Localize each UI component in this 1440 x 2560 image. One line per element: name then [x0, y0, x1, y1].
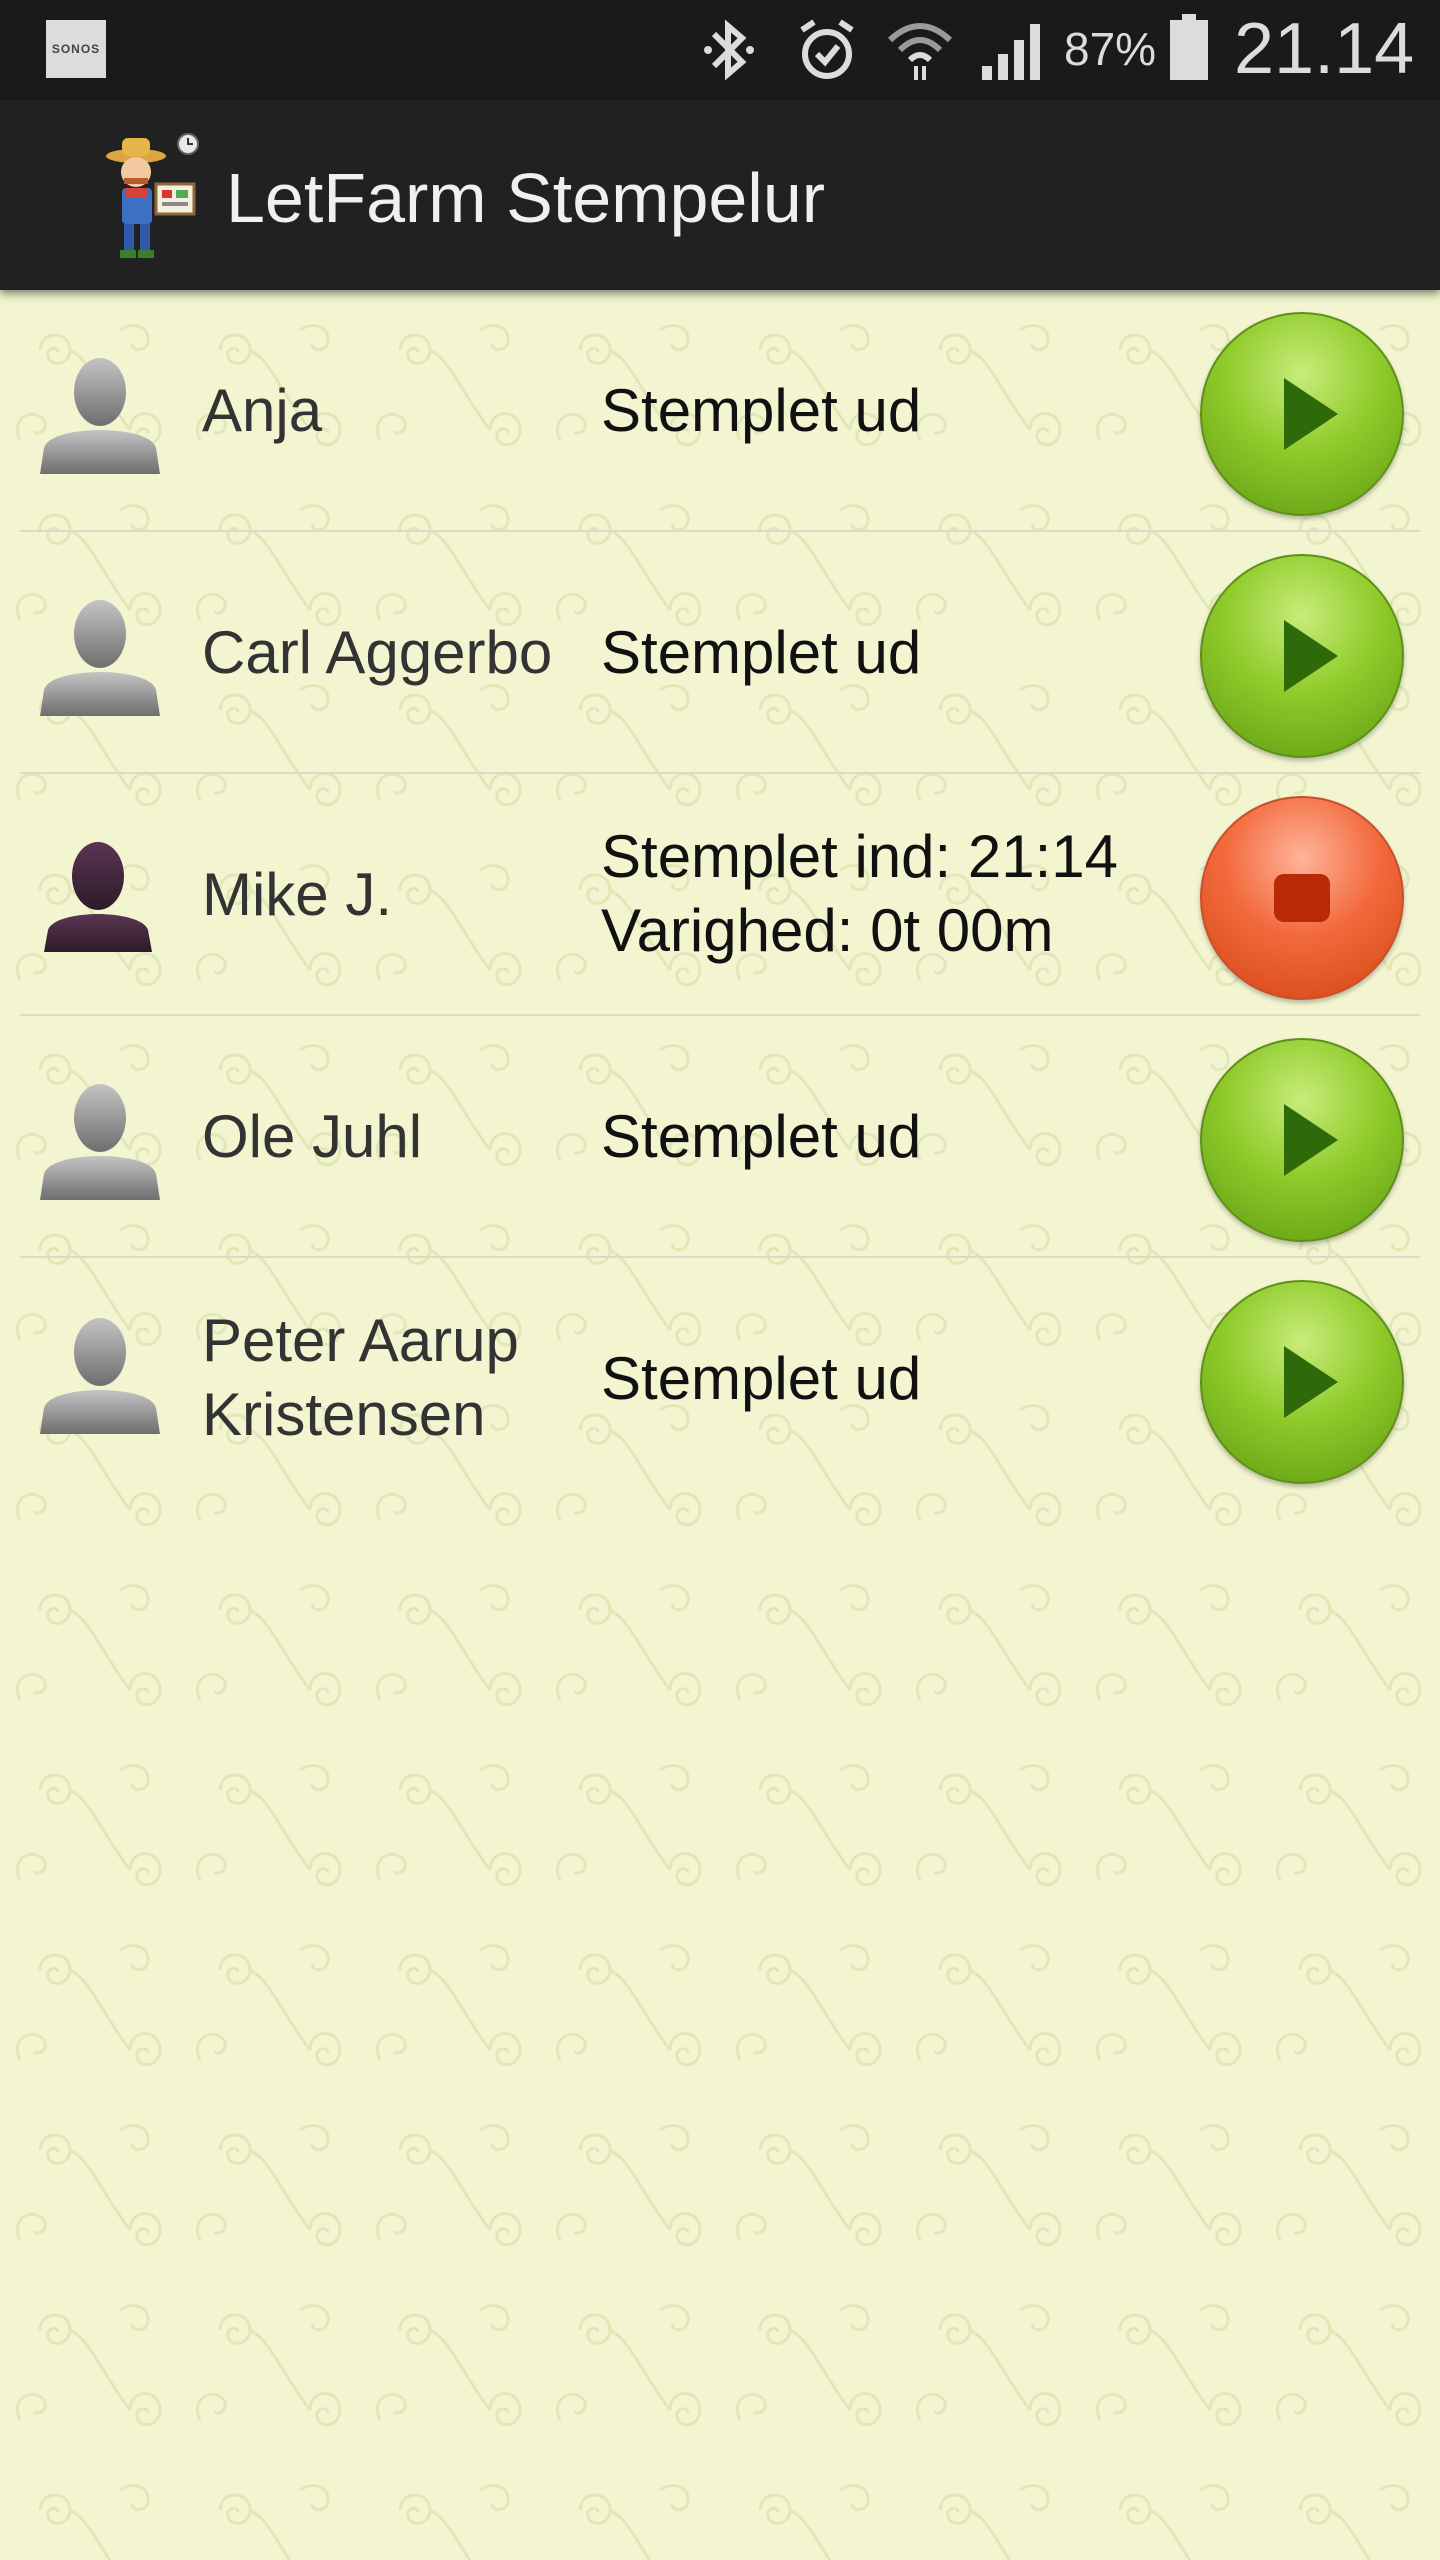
- clock-in-button[interactable]: [1200, 1280, 1404, 1484]
- employee-name: Ole Juhl: [202, 1103, 423, 1170]
- employee-status: Stemplet ind: 21:14: [601, 823, 1119, 890]
- person-avatar-icon: [40, 358, 160, 474]
- battery-percent: 87%: [1064, 23, 1157, 75]
- bluetooth-icon: [704, 19, 754, 81]
- farmer-logo-icon: [106, 133, 199, 258]
- list-item: Mike J. Stemplet ind: 21:14 Varighed: 0t…: [0, 774, 1440, 1016]
- status-bar: SONOS 87% 21.14: [0, 0, 1440, 100]
- person-avatar-icon: [40, 1084, 160, 1200]
- battery-icon: [1170, 14, 1208, 80]
- employee-status: Stemplet ud: [601, 377, 922, 444]
- clock: 21.14: [1234, 9, 1415, 89]
- action-bar: LetFarm Stempelur: [0, 100, 1440, 290]
- clock-in-button[interactable]: [1200, 312, 1404, 516]
- play-icon: [1284, 378, 1338, 450]
- stop-icon: [1274, 874, 1330, 922]
- employee-status: Stemplet ud: [601, 619, 922, 686]
- signal-icon: [982, 24, 1040, 80]
- employee-status: Stemplet ud: [601, 1103, 922, 1170]
- person-avatar-icon: [40, 600, 160, 716]
- clock-out-button[interactable]: [1200, 796, 1404, 1000]
- play-icon: [1284, 620, 1338, 692]
- employee-list: Anja Stemplet ud Carl Aggerbo Stemplet u…: [0, 290, 1440, 2560]
- alarm-icon: [800, 19, 854, 79]
- employee-duration: Varighed: 0t 00m: [601, 897, 1054, 964]
- person-avatar-icon: [44, 842, 152, 952]
- list-item: Anja Stemplet ud: [0, 290, 1440, 532]
- play-icon: [1284, 1346, 1338, 1418]
- employee-name: Carl Aggerbo: [202, 619, 553, 686]
- app-title: LetFarm Stempelur: [226, 159, 826, 237]
- sonos-notification-icon: SONOS: [46, 20, 106, 78]
- employee-status: Stemplet ud: [601, 1345, 922, 1412]
- employee-name: Mike J.: [202, 861, 393, 928]
- employee-name: Anja: [202, 377, 323, 444]
- wifi-icon: [887, 23, 953, 80]
- list-item: Ole Juhl Stemplet ud: [0, 1016, 1440, 1258]
- person-avatar-icon: [40, 1318, 160, 1434]
- list-item: Carl Aggerbo Stemplet ud: [0, 532, 1440, 774]
- list-item: Peter Aarup Kristensen Stemplet ud: [0, 1258, 1440, 1500]
- clock-in-button[interactable]: [1200, 554, 1404, 758]
- play-icon: [1284, 1104, 1338, 1176]
- clock-in-button[interactable]: [1200, 1038, 1404, 1242]
- employee-name: Peter Aarup Kristensen: [202, 1307, 519, 1448]
